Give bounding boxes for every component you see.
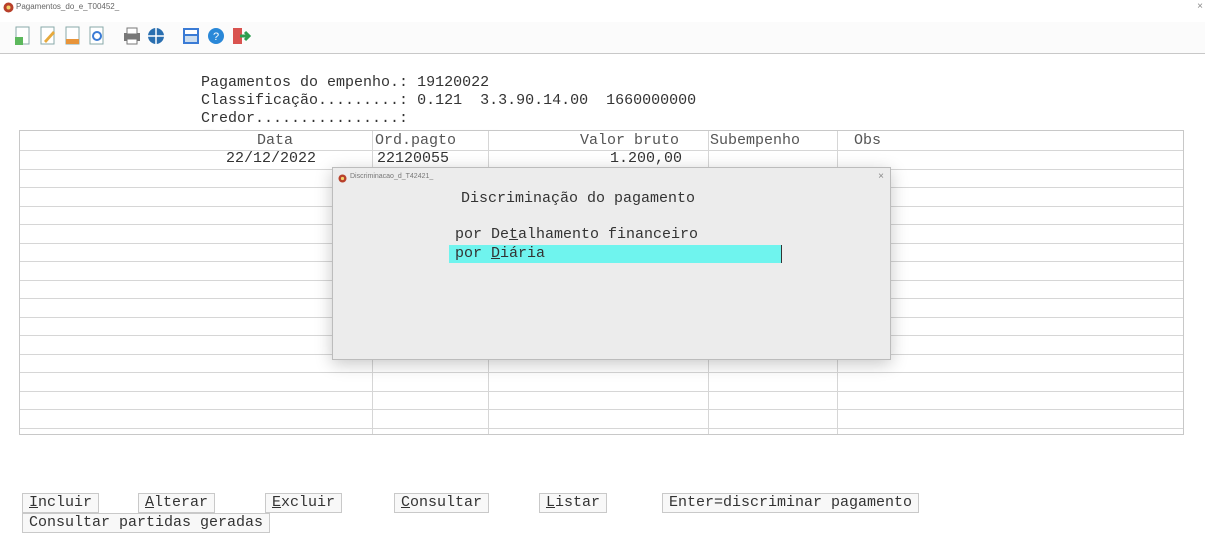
alterar-button[interactable]: Alterar [138,493,216,513]
accelerator-key: t [509,226,519,243]
toolbar: ? [0,22,1205,54]
row-divider [20,428,1183,429]
exit-icon[interactable] [230,25,252,47]
dialog-title: Discriminacao_d_T42421_ [350,173,434,180]
option-diaria[interactable]: por Diária [449,245,782,263]
close-icon[interactable]: × [1197,1,1203,12]
consultar-partidas-geradas-button[interactable]: Consultar partidas geradas [22,513,271,533]
preview-icon[interactable] [86,25,108,47]
excluir-button[interactable]: Excluir [265,493,343,513]
incluir-button[interactable]: Incluir [22,493,100,513]
row-divider [20,391,1183,392]
column-header-data: Data [257,132,294,149]
new-document-icon[interactable] [12,25,34,47]
dialog-heading: Discriminação do pagamento [461,190,696,207]
close-icon[interactable]: × [878,171,884,182]
row-divider [20,372,1183,373]
edit-document-icon[interactable] [37,25,59,47]
calculator-icon[interactable] [180,25,202,47]
row-divider [20,150,1183,151]
document-icon[interactable] [62,25,84,47]
row-divider [20,409,1183,410]
column-header-subempenho: Subempenho [710,132,801,149]
globe-icon[interactable] [145,25,167,47]
discriminacao-dialog: Discriminacao_d_T42421_ × Discriminação … [332,167,891,360]
column-header-ord-pagto: Ord.pagto [375,132,457,149]
listar-button[interactable]: Listar [539,493,608,513]
title-bar: Pagamentos_do_e_T00452_ × [0,0,1205,20]
print-icon[interactable] [121,25,143,47]
svg-text:?: ? [213,31,219,43]
help-icon[interactable]: ? [205,25,227,47]
column-header-valor-bruto: Valor bruto [580,132,680,149]
credor-label: Credor................: [201,110,409,127]
column-header-obs: Obs [854,132,882,149]
option-detalhamento-financeiro[interactable]: por Detalhamento financeiro [449,226,704,244]
consultar-button[interactable]: Consultar [394,493,490,513]
window-title: Pagamentos_do_e_T00452_ [16,2,120,11]
cell-ord-pagto[interactable]: 22120055 [377,150,449,168]
accelerator-key: D [491,245,501,262]
cell-valor-bruto[interactable]: 1.200,00 [610,150,682,168]
discriminar-pagamento-button[interactable]: Enter=discriminar pagamento [662,493,920,513]
app-icon [338,174,347,183]
app-icon [3,2,14,13]
cell-data[interactable]: 22/12/2022 [226,150,316,168]
toolbar-separator [0,53,1205,54]
